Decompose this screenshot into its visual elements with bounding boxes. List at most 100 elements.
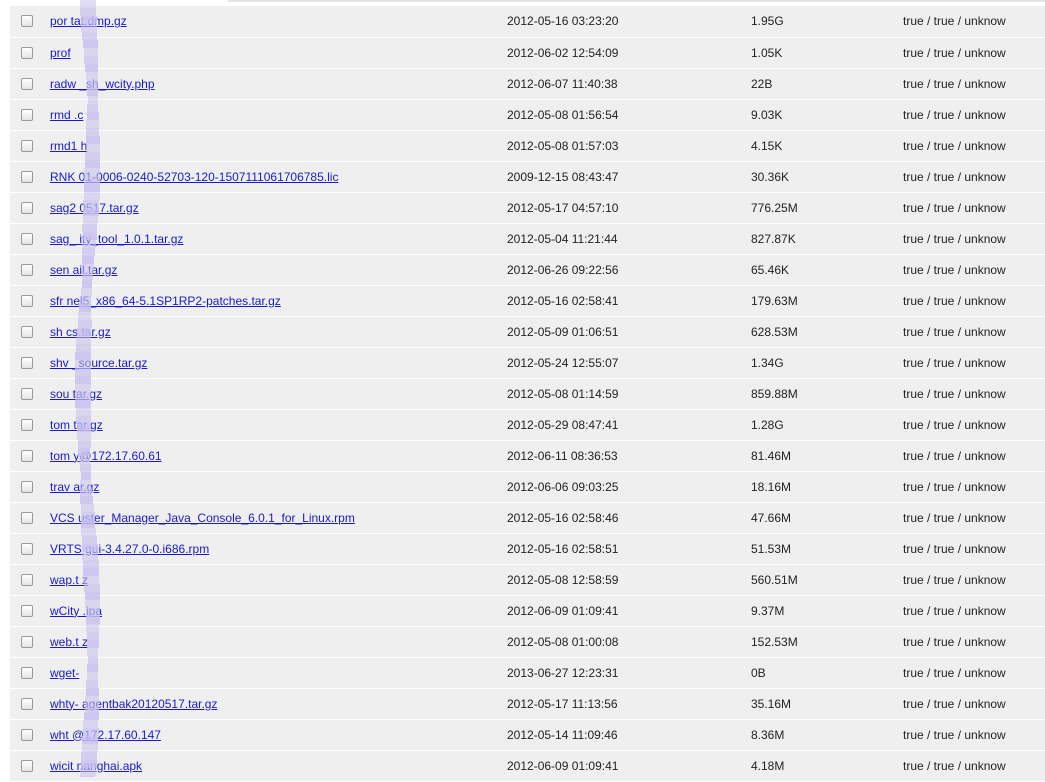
table-row[interactable]: wht @172.17.60.147 2012-05-14 11:09:46 8.3… bbox=[10, 719, 1045, 751]
row-checkbox[interactable] bbox=[21, 294, 33, 307]
table-row[interactable]: wap.t z 2012-05-08 12:58:59 560.51M true / … bbox=[10, 564, 1045, 596]
table-row[interactable]: rmd .c 2012-05-08 01:56:54 9.03K true / tru… bbox=[10, 99, 1045, 131]
row-checkbox[interactable] bbox=[21, 511, 33, 524]
file-size: 9.03K bbox=[751, 107, 783, 122]
table-row[interactable]: shv _source.tar.gz 2012-05-24 12:55:07 1.3… bbox=[10, 347, 1045, 379]
permissions-cell: true / true / unknow bbox=[903, 719, 1045, 751]
row-select-cell bbox=[10, 688, 50, 720]
table-row[interactable]: sh cs.tar.gz 2012-05-09 01:06:51 628.53M tr… bbox=[10, 316, 1045, 348]
row-checkbox[interactable] bbox=[21, 759, 33, 772]
modified-date-cell: 2012-06-07 11:40:38 bbox=[507, 68, 751, 100]
file-name-link[interactable]: wCity .ipa bbox=[50, 604, 102, 618]
table-row[interactable]: sfr nel5_x86_64-5.1SP1RP2-patches.tar.gz… bbox=[10, 285, 1045, 317]
table-row[interactable]: trav ar.gz 2012-06-06 09:03:25 18.16M true … bbox=[10, 471, 1045, 503]
file-name-link[interactable]: web.t z bbox=[50, 635, 88, 649]
file-name-link[interactable]: sou tar.gz bbox=[50, 387, 102, 401]
row-checkbox[interactable] bbox=[21, 108, 33, 121]
table-row[interactable]: wCity .ipa 2012-06-09 01:09:41 9.37M true /… bbox=[10, 595, 1045, 627]
row-checkbox[interactable] bbox=[21, 77, 33, 90]
file-size-cell: 9.03K bbox=[751, 99, 903, 131]
permissions: true / true / unknow bbox=[903, 386, 1006, 401]
file-name-link[interactable]: radw _sh_wcity.php bbox=[50, 77, 155, 91]
file-size: 0B bbox=[751, 665, 766, 680]
modified-date: 2009-12-15 08:43:47 bbox=[507, 169, 619, 184]
file-name-link[interactable]: wap.t z bbox=[50, 573, 88, 587]
row-checkbox[interactable] bbox=[21, 542, 33, 555]
file-name-link[interactable]: tom y@172.17.60.61 bbox=[50, 449, 162, 463]
permissions: true / true / unknow bbox=[903, 262, 1006, 277]
table-row[interactable]: VCS uster_Manager_Java_Console_6.0.1_for… bbox=[10, 502, 1045, 534]
permissions-cell: true / true / unknow bbox=[903, 68, 1045, 100]
row-checkbox[interactable] bbox=[21, 635, 33, 648]
row-checkbox[interactable] bbox=[21, 139, 33, 152]
row-checkbox[interactable] bbox=[21, 418, 33, 431]
file-name-link[interactable]: sen ail.tar.gz bbox=[50, 263, 117, 277]
permissions-cell: true / true / unknow bbox=[903, 99, 1045, 131]
row-checkbox[interactable] bbox=[21, 387, 33, 400]
permissions-cell: true / true / unknow bbox=[903, 254, 1045, 286]
file-name-link[interactable]: shv _source.tar.gz bbox=[50, 356, 147, 370]
table-row[interactable]: sag_ ity_tool_1.0.1.tar.gz 2012-05-04 11:… bbox=[10, 223, 1045, 255]
file-name-cell: sfr nel5_x86_64-5.1SP1RP2-patches.tar.gz bbox=[50, 285, 507, 317]
table-row[interactable]: tom y@172.17.60.61 2012-06-11 08:36:53 81.… bbox=[10, 440, 1045, 472]
table-row[interactable]: por tat.dmp.gz 2012-05-16 03:23:20 1.95G tr… bbox=[10, 6, 1045, 38]
row-checkbox[interactable] bbox=[21, 697, 33, 710]
table-row[interactable]: sag2 0517.tar.gz 2012-05-17 04:57:10 776.2… bbox=[10, 192, 1045, 224]
file-name-link[interactable]: sfr nel5_x86_64-5.1SP1RP2-patches.tar.gz bbox=[50, 294, 281, 308]
table-row[interactable]: wget- 2013-06-27 12:23:31 0B true / true / … bbox=[10, 657, 1045, 689]
permissions-cell: true / true / unknow bbox=[903, 595, 1045, 627]
row-checkbox[interactable] bbox=[21, 170, 33, 183]
file-name-link[interactable]: rmd .c bbox=[50, 108, 83, 122]
row-checkbox[interactable] bbox=[21, 356, 33, 369]
file-name-link[interactable]: prof bbox=[50, 46, 71, 60]
file-name-link[interactable]: rmd1 h bbox=[50, 139, 87, 153]
file-name-link[interactable]: whty- agentbak20120517.tar.gz bbox=[50, 697, 217, 711]
file-name-link[interactable]: sh cs.tar.gz bbox=[50, 325, 111, 339]
row-checkbox[interactable] bbox=[21, 15, 33, 28]
file-name-link[interactable]: sag_ ity_tool_1.0.1.tar.gz bbox=[50, 232, 183, 246]
row-checkbox[interactable] bbox=[21, 449, 33, 462]
file-name-link[interactable]: VCS uster_Manager_Java_Console_6.0.1_for… bbox=[50, 511, 355, 525]
row-checkbox[interactable] bbox=[21, 232, 33, 245]
file-name-cell: shv _source.tar.gz bbox=[50, 347, 507, 379]
file-name-cell: rmd .c bbox=[50, 99, 507, 131]
permissions: true / true / unknow bbox=[903, 603, 1006, 618]
row-checkbox[interactable] bbox=[21, 573, 33, 586]
file-name-cell: sag_ ity_tool_1.0.1.tar.gz bbox=[50, 223, 507, 255]
file-size-cell: 65.46K bbox=[751, 254, 903, 286]
file-name-link[interactable]: tom tar.gz bbox=[50, 418, 103, 432]
row-checkbox[interactable] bbox=[21, 263, 33, 276]
table-row[interactable]: tom tar.gz 2012-05-29 08:47:41 1.28G true /… bbox=[10, 409, 1045, 441]
file-name-link[interactable]: sag2 0517.tar.gz bbox=[50, 201, 139, 215]
row-checkbox[interactable] bbox=[21, 325, 33, 338]
row-select-cell bbox=[10, 657, 50, 689]
file-name-link[interactable]: VRTS gui-3.4.27.0-0.i686.rpm bbox=[50, 542, 209, 556]
row-checkbox[interactable] bbox=[21, 46, 33, 59]
table-row[interactable]: VRTS gui-3.4.27.0-0.i686.rpm 2012-05-16 0… bbox=[10, 533, 1045, 565]
table-row[interactable]: sen ail.tar.gz 2012-06-26 09:22:56 65.46K t… bbox=[10, 254, 1045, 286]
table-row[interactable]: web.t z 2012-05-08 01:00:08 152.53M true / … bbox=[10, 626, 1045, 658]
file-name-link[interactable]: por tat.dmp.gz bbox=[50, 14, 127, 28]
file-name-link[interactable]: trav ar.gz bbox=[50, 480, 99, 494]
file-name-link[interactable]: wget- bbox=[50, 666, 79, 680]
file-name-link[interactable]: RNK 01-0006-0240-52703-120-1507111061706… bbox=[50, 170, 338, 184]
file-name-link[interactable]: wht @172.17.60.147 bbox=[50, 728, 161, 742]
file-name-cell: trav ar.gz bbox=[50, 471, 507, 503]
permissions: true / true / unknow bbox=[903, 45, 1006, 60]
row-select-cell bbox=[10, 99, 50, 131]
row-checkbox[interactable] bbox=[21, 201, 33, 214]
table-row[interactable]: wicit nanghai.apk 2012-06-09 01:09:41 4.18… bbox=[10, 750, 1045, 782]
row-checkbox[interactable] bbox=[21, 480, 33, 493]
row-checkbox[interactable] bbox=[21, 666, 33, 679]
table-row[interactable]: RNK 01-0006-0240-52703-120-1507111061706… bbox=[10, 161, 1045, 193]
row-checkbox[interactable] bbox=[21, 604, 33, 617]
table-row[interactable]: radw _sh_wcity.php 2012-06-07 11:40:38 22B… bbox=[10, 68, 1045, 100]
file-name-link[interactable]: wicit nanghai.apk bbox=[50, 759, 142, 773]
row-select-cell bbox=[10, 223, 50, 255]
table-row[interactable]: sou tar.gz 2012-05-08 01:14:59 859.88M true… bbox=[10, 378, 1045, 410]
table-row[interactable]: whty- agentbak20120517.tar.gz 2012-05-17 … bbox=[10, 688, 1045, 720]
table-row[interactable]: rmd1 h 2012-05-08 01:57:03 4.15K true / tru… bbox=[10, 130, 1045, 162]
table-row[interactable]: prof 2012-06-02 12:54:09 1.05K true / true … bbox=[10, 37, 1045, 69]
row-checkbox[interactable] bbox=[21, 728, 33, 741]
row-select-cell bbox=[10, 285, 50, 317]
